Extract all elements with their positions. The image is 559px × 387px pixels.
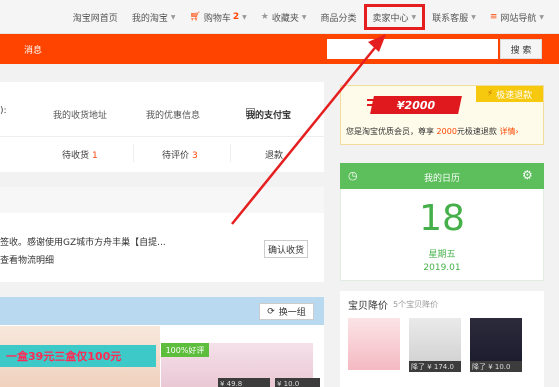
chevron-down-icon: ▼ [539, 13, 544, 21]
price-drop-label: 降了 ¥ 10.0 [470, 361, 522, 372]
status-refund[interactable]: 退款 [265, 148, 283, 161]
logistics-link[interactable]: 查看物流明细 [0, 253, 54, 266]
refresh-icon: ⟳ [267, 306, 275, 317]
chevron-down-icon: ﹀ [146, 111, 156, 121]
top-nav: 淘宝网首页 我的淘宝 ▼ 🛒︎ 购物车 2 ▼ ★ 收藏夹 ▼ 商品分类 卖家中… [66, 0, 551, 34]
nav-customer-service[interactable]: 联系客服 ▼ [425, 0, 483, 34]
refund-details-link[interactable]: 详情› [499, 127, 518, 136]
nav-site-nav-label: 网站导航 [500, 13, 537, 24]
nav-customer-service-label: 联系客服 [432, 13, 469, 24]
calendar-header: ◷ 我的日历 ⚙ [340, 163, 544, 189]
status-to-review[interactable]: 待评价 3 [162, 148, 198, 161]
promo-banner[interactable]: 一盒39元三盒仅100元 [0, 345, 156, 367]
messages-link[interactable]: 消息 [24, 43, 42, 56]
status-to-receive[interactable]: 待收货 1 [62, 148, 98, 161]
calendar-weekday: 星期五 [428, 250, 456, 260]
nav-cart[interactable]: 🛒︎ 购物车 2 ▼ [182, 0, 253, 34]
header-bar: 消息 搜 索 [0, 34, 559, 64]
divider [133, 144, 134, 162]
nav-favorites-label: 收藏夹 [271, 13, 299, 24]
price-drop-title[interactable]: 宝贝降价 [348, 297, 388, 312]
address-link[interactable]: 我的收货地址 [53, 108, 107, 121]
card-divider [0, 136, 324, 137]
nav-site-nav[interactable]: ≡ 网站导航 ▼ [483, 0, 551, 34]
nav-seller-center-label: 卖家中心 [372, 13, 409, 24]
gear-icon[interactable]: ⚙ [522, 168, 533, 182]
chevron-down-icon: ▼ [242, 13, 247, 21]
chevron-down-icon: ▼ [411, 13, 417, 21]
nav-cart-label: 购物车 [203, 13, 231, 24]
refund-desc-suffix: 元极速退款 [456, 127, 497, 136]
calendar-title: 我的日历 [423, 174, 460, 184]
divider [230, 144, 231, 162]
nav-categories[interactable]: 商品分类 [314, 0, 364, 34]
bolt-icon: ⚡︎ [486, 89, 494, 99]
nav-categories-label: 商品分类 [320, 13, 357, 24]
swap-button-label: 换一组 [278, 308, 306, 318]
to-review-count: 3 [192, 151, 198, 161]
fast-refund-badge: ⚡︎ 极速退款 [476, 86, 543, 102]
menu-icon: ≡ [489, 12, 498, 22]
to-receive-label: 待收货 [62, 151, 90, 161]
nav-home-label: 淘宝网首页 [72, 13, 118, 24]
star-icon: ★ [260, 12, 269, 22]
praise-badge: 100%好评 [161, 343, 209, 357]
refund-description: 您是淘宝优质会员，尊享 2000元极速退款 详情› [346, 126, 519, 137]
price-drop-label: 降了 ¥ 174.0 [409, 361, 461, 372]
nav-my-taobao-label: 我的淘宝 [131, 13, 168, 24]
refund-amount: ¥2000 [370, 96, 462, 114]
chevron-down-icon: ▼ [170, 13, 176, 21]
chevron-down-icon: ▼ [301, 13, 307, 21]
nav-seller-center[interactable]: 卖家中心 ▼ [363, 4, 426, 30]
price-tag: ¥ 10.0 [275, 378, 320, 387]
nav-my-taobao[interactable]: 我的淘宝 ▼ [125, 0, 183, 34]
nav-home-link[interactable]: 淘宝网首页 [66, 0, 125, 34]
refund-label: 退款 [265, 151, 284, 161]
nav-favorites[interactable]: ★ 收藏夹 ▼ [254, 0, 314, 34]
refund-desc-amount: 2000 [436, 127, 457, 136]
product-thumbnail[interactable] [348, 318, 400, 370]
search-input[interactable] [327, 39, 498, 59]
account-links: 我的收货地址 我的优惠信息 ﹀ 我的支付宝 [0, 108, 324, 121]
cart-icon: 🛒︎ [189, 12, 201, 22]
fast-refund-badge-label: 极速退款 [496, 90, 533, 101]
alipay-label: 我的支付宝 [246, 111, 292, 121]
calendar-day: 18 [419, 198, 465, 239]
order-card-header [0, 187, 324, 213]
calendar-year-month: 2019.01 [423, 263, 461, 273]
confirm-receipt-button[interactable]: 确认收货 [264, 240, 308, 258]
price-drop-subtitle: 5个宝贝降价 [393, 300, 439, 309]
swap-button[interactable]: ⟳ 换一组 [259, 303, 314, 320]
to-receive-count: 1 [92, 151, 98, 161]
order-description: 签收。感谢使用GZ城市方舟丰巢【自提... [0, 238, 166, 248]
price-tag: ¥ 49.8 [218, 378, 270, 387]
chevron-down-icon: ▼ [471, 13, 476, 21]
top-bar: 淘宝网首页 我的淘宝 ▼ 🛒︎ 购物车 2 ▼ ★ 收藏夹 ▼ 商品分类 卖家中… [0, 0, 559, 34]
to-review-label: 待评价 [162, 151, 190, 161]
search-button[interactable]: 搜 索 [500, 39, 542, 59]
refund-desc-prefix: 您是淘宝优质会员，尊享 [346, 127, 434, 136]
cart-count-badge: 2 [232, 12, 240, 22]
